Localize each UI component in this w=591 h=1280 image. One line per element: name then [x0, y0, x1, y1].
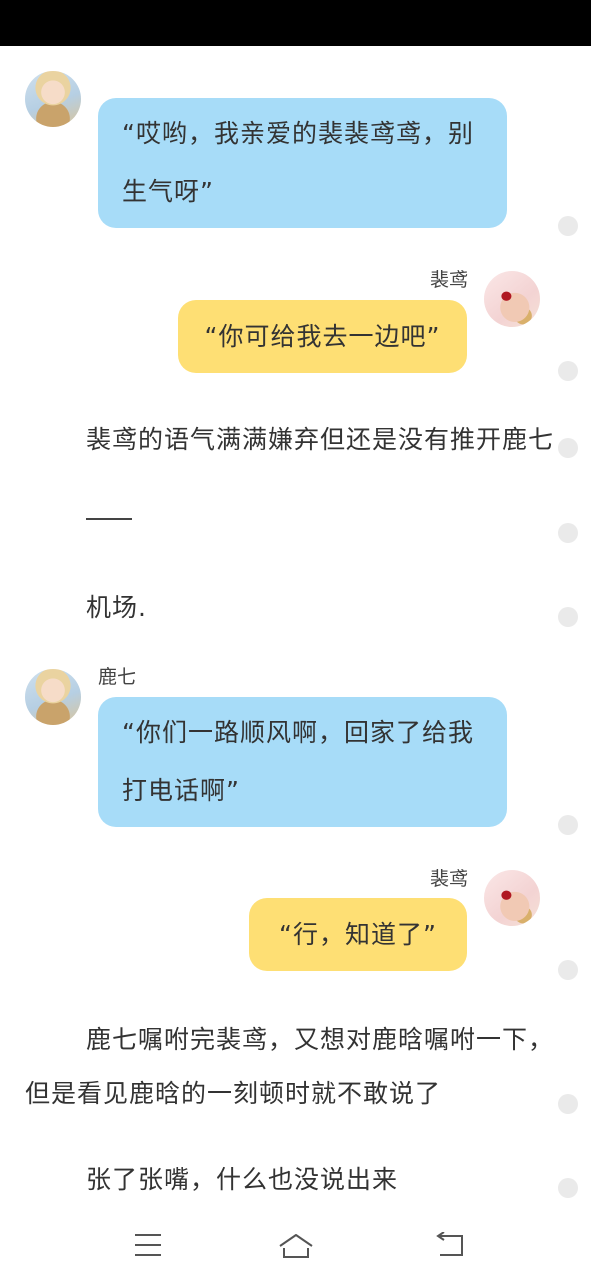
divider-dash: [86, 518, 132, 520]
status-bar: [0, 0, 591, 46]
message-bubble[interactable]: “行，知道了”: [249, 898, 467, 971]
message-text: “你们一路顺风啊，回家了给我: [122, 718, 474, 747]
message-text: “哎哟，我亲爱的裴裴鸢鸢，别: [122, 119, 474, 148]
comment-dot[interactable]: [558, 438, 578, 458]
comment-dot[interactable]: [558, 1178, 578, 1198]
message-bubble[interactable]: “你们一路顺风啊，回家了给我 打电话啊”: [98, 697, 507, 827]
sender-name: 裴鸢: [430, 868, 469, 890]
sender-name: 裴鸢: [430, 269, 469, 291]
avatar-peiyuan[interactable]: [484, 271, 540, 327]
avatar-luqi[interactable]: [25, 669, 81, 725]
message-text: “你可给我去一边吧”: [204, 322, 441, 351]
comment-dot[interactable]: [558, 815, 578, 835]
message-bubble[interactable]: “哎哟，我亲爱的裴裴鸢鸢，别 生气呀”: [98, 98, 507, 228]
narration-text: 但是看见鹿晗的一刻顿时就不敢说了: [25, 1079, 442, 1108]
message-text: 生气呀”: [122, 177, 214, 206]
comment-dot[interactable]: [558, 960, 578, 980]
message-text: 打电话啊”: [122, 776, 240, 805]
menu-icon[interactable]: [133, 1232, 163, 1258]
avatar-peiyuan[interactable]: [484, 870, 540, 926]
back-icon[interactable]: [434, 1232, 466, 1258]
narration-text: 裴鸢的语气满满嫌弃但还是没有推开鹿七: [86, 425, 555, 454]
avatar-luqi[interactable]: [25, 71, 81, 127]
message-bubble[interactable]: “你可给我去一边吧”: [178, 300, 467, 373]
comment-dot[interactable]: [558, 1094, 578, 1114]
home-icon[interactable]: [276, 1232, 316, 1260]
comment-dot[interactable]: [558, 607, 578, 627]
comment-dot[interactable]: [558, 361, 578, 381]
comment-dot[interactable]: [558, 216, 578, 236]
sender-name: 鹿七: [98, 666, 137, 688]
comment-dot[interactable]: [558, 523, 578, 543]
narration-text: 机场.: [86, 593, 147, 622]
narration-text: 鹿七嘱咐完裴鸢，又想对鹿晗嘱咐一下，: [86, 1025, 555, 1054]
message-text: “行，知道了”: [279, 920, 437, 949]
narration-text: 张了张嘴，什么也没说出来: [86, 1165, 399, 1194]
